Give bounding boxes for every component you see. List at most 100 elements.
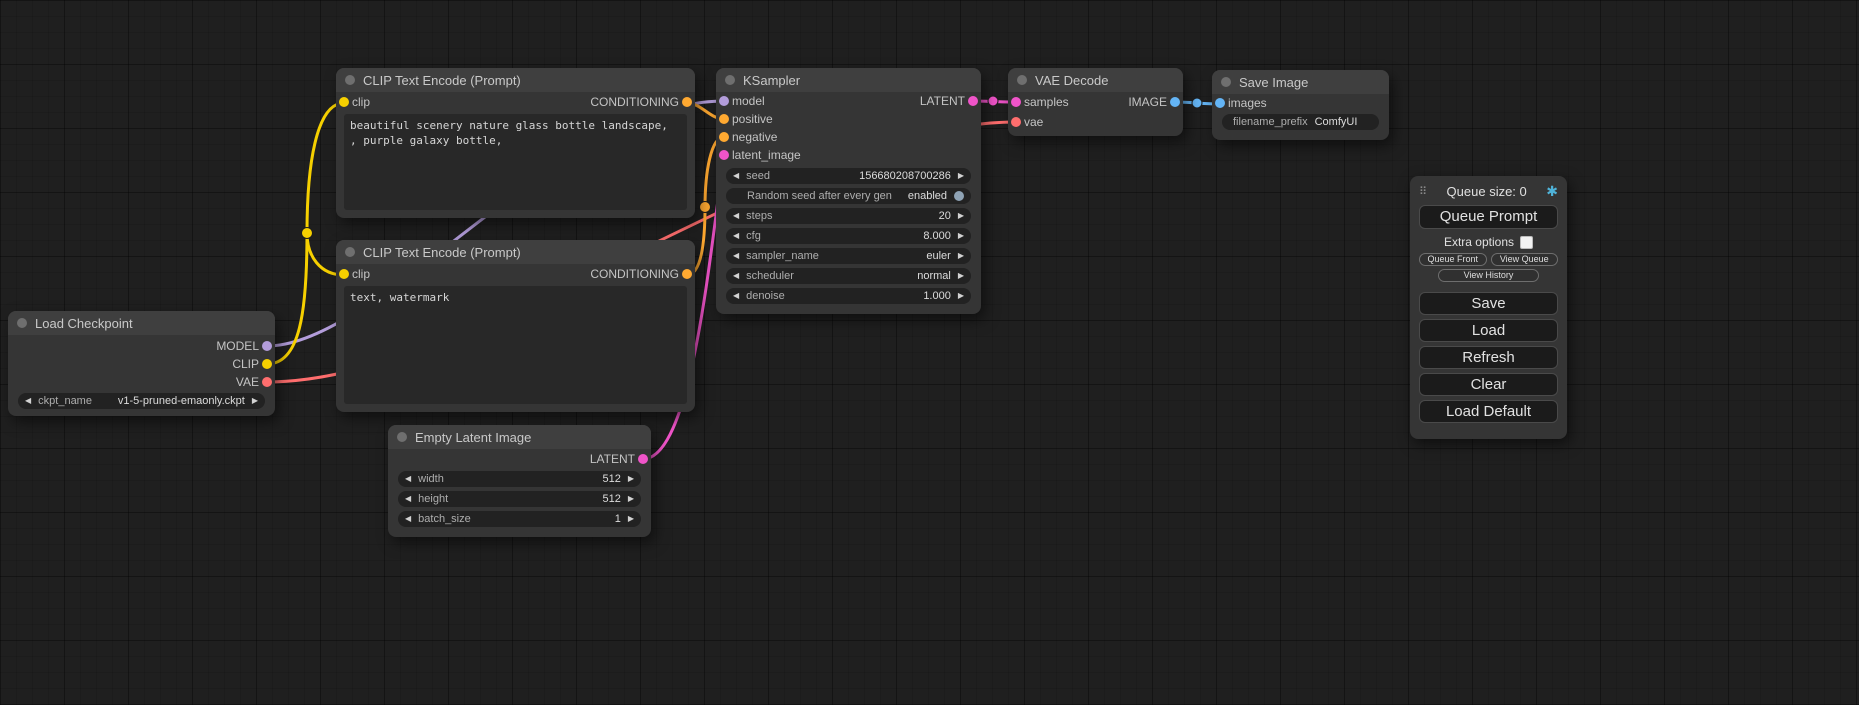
height-widget[interactable]: ◀ height 512 ▶ [398, 491, 641, 507]
output-slot-vae: VAE [8, 373, 275, 391]
refresh-button[interactable]: Refresh [1419, 346, 1558, 369]
node-save-image: Save Image images filename_prefix ComfyU… [1212, 70, 1389, 140]
widget-right-arrow-icon[interactable]: ▶ [958, 272, 964, 280]
collapse-dot-icon[interactable] [1017, 75, 1027, 85]
collapse-dot-icon[interactable] [725, 75, 735, 85]
widget-left-arrow-icon[interactable]: ◀ [25, 397, 31, 405]
drag-handle-icon[interactable]: ⠿ [1419, 185, 1427, 198]
widget-left-arrow-icon[interactable]: ◀ [405, 495, 411, 503]
positive-input-dot[interactable] [719, 114, 729, 124]
latent-output-dot[interactable] [638, 454, 648, 464]
widget-right-arrow-icon[interactable]: ▶ [958, 252, 964, 260]
save-button[interactable]: Save [1419, 292, 1558, 315]
batch-size-widget[interactable]: ◀ batch_size 1 ▶ [398, 511, 641, 527]
cfg-widget[interactable]: ◀ cfg 8.000 ▶ [726, 228, 971, 244]
model-input-dot[interactable] [719, 96, 729, 106]
node-title: Empty Latent Image [415, 430, 531, 445]
conditioning-output-dot[interactable] [682, 97, 692, 107]
collapse-dot-icon[interactable] [397, 432, 407, 442]
filename-prefix-widget[interactable]: filename_prefix ComfyUI [1222, 114, 1379, 130]
node-title-bar[interactable]: Load Checkpoint [8, 311, 275, 335]
samples-input-dot[interactable] [1011, 97, 1021, 107]
node-clip-text-encode-positive: CLIP Text Encode (Prompt) clip CONDITION… [336, 68, 695, 218]
widget-label: steps [746, 210, 772, 222]
extra-options-row: Extra options [1419, 233, 1558, 251]
collapse-dot-icon[interactable] [345, 75, 355, 85]
toggle-knob-icon[interactable] [954, 191, 964, 201]
clip-output-dot[interactable] [262, 359, 272, 369]
sampler-name-widget[interactable]: ◀ sampler_name euler ▶ [726, 248, 971, 264]
collapse-dot-icon[interactable] [17, 318, 27, 328]
clip-input-dot[interactable] [339, 97, 349, 107]
node-title-bar[interactable]: Empty Latent Image [388, 425, 651, 449]
widget-value: normal [917, 270, 951, 282]
view-queue-button[interactable]: View Queue [1491, 253, 1559, 266]
clear-button[interactable]: Clear [1419, 373, 1558, 396]
widget-left-arrow-icon[interactable]: ◀ [733, 272, 739, 280]
images-input-dot[interactable] [1215, 98, 1225, 108]
denoise-widget[interactable]: ◀ denoise 1.000 ▶ [726, 288, 971, 304]
ckpt-name-widget[interactable]: ◀ ckpt_name v1-5-pruned-emaonly.ckpt ▶ [18, 393, 265, 409]
extra-options-checkbox[interactable] [1520, 236, 1533, 249]
vae-output-dot[interactable] [262, 377, 272, 387]
output-label: LATENT [590, 452, 635, 466]
load-button[interactable]: Load [1419, 319, 1558, 342]
load-default-button[interactable]: Load Default [1419, 400, 1558, 423]
latent-output-dot[interactable] [968, 96, 978, 106]
view-history-button[interactable]: View History [1438, 269, 1538, 282]
reroute-dot-clip[interactable] [302, 228, 313, 239]
image-output-dot[interactable] [1170, 97, 1180, 107]
random-seed-toggle[interactable]: Random seed after every gen enabled [726, 188, 971, 204]
scheduler-widget[interactable]: ◀ scheduler normal ▶ [726, 268, 971, 284]
reroute-dot-latent[interactable] [988, 96, 998, 106]
node-vae-decode: VAE Decode samples IMAGE vae [1008, 68, 1183, 136]
output-label: LATENT [920, 94, 965, 108]
reroute-dot-image[interactable] [1192, 98, 1202, 108]
node-title-bar[interactable]: Save Image [1212, 70, 1389, 94]
node-empty-latent-image: Empty Latent Image LATENT ◀ width 512 ▶ … [388, 425, 651, 537]
widget-left-arrow-icon[interactable]: ◀ [733, 212, 739, 220]
steps-widget[interactable]: ◀ steps 20 ▶ [726, 208, 971, 224]
queue-front-button[interactable]: Queue Front [1419, 253, 1487, 266]
collapse-dot-icon[interactable] [1221, 77, 1231, 87]
vae-input-dot[interactable] [1011, 117, 1021, 127]
widget-right-arrow-icon[interactable]: ▶ [628, 495, 634, 503]
negative-input-dot[interactable] [719, 132, 729, 142]
widget-left-arrow-icon[interactable]: ◀ [405, 475, 411, 483]
widget-label: width [418, 473, 444, 485]
clip-input-dot[interactable] [339, 269, 349, 279]
model-output-dot[interactable] [262, 341, 272, 351]
latent-image-input-dot[interactable] [719, 150, 729, 160]
reroute-dot-conditioning[interactable] [700, 202, 711, 213]
widget-left-arrow-icon[interactable]: ◀ [733, 292, 739, 300]
widget-right-arrow-icon[interactable]: ▶ [252, 397, 258, 405]
widget-label: batch_size [418, 513, 471, 525]
seed-widget[interactable]: ◀ seed 156680208700286 ▶ [726, 168, 971, 184]
queue-size-label: Queue size: 0 [1427, 184, 1546, 199]
widget-left-arrow-icon[interactable]: ◀ [733, 252, 739, 260]
widget-left-arrow-icon[interactable]: ◀ [733, 172, 739, 180]
widget-right-arrow-icon[interactable]: ▶ [628, 515, 634, 523]
node-title-bar[interactable]: CLIP Text Encode (Prompt) [336, 240, 695, 264]
settings-gear-icon[interactable]: ✱ [1546, 183, 1558, 200]
queue-panel: ⠿ Queue size: 0 ✱ Queue Prompt Extra opt… [1410, 176, 1567, 439]
widget-right-arrow-icon[interactable]: ▶ [958, 212, 964, 220]
conditioning-output-dot[interactable] [682, 269, 692, 279]
collapse-dot-icon[interactable] [345, 247, 355, 257]
node-title: VAE Decode [1035, 73, 1108, 88]
node-title-bar[interactable]: CLIP Text Encode (Prompt) [336, 68, 695, 92]
widget-left-arrow-icon[interactable]: ◀ [733, 232, 739, 240]
queue-prompt-button[interactable]: Queue Prompt [1419, 205, 1558, 229]
node-title-bar[interactable]: KSampler [716, 68, 981, 92]
output-label: IMAGE [1128, 95, 1167, 109]
prompt-textarea[interactable]: beautiful scenery nature glass bottle la… [344, 114, 687, 210]
prompt-textarea[interactable]: text, watermark [344, 286, 687, 404]
widget-left-arrow-icon[interactable]: ◀ [405, 515, 411, 523]
widget-right-arrow-icon[interactable]: ▶ [958, 232, 964, 240]
widget-right-arrow-icon[interactable]: ▶ [958, 172, 964, 180]
node-title-bar[interactable]: VAE Decode [1008, 68, 1183, 92]
width-widget[interactable]: ◀ width 512 ▶ [398, 471, 641, 487]
widget-value: 512 [602, 493, 620, 505]
widget-right-arrow-icon[interactable]: ▶ [628, 475, 634, 483]
widget-right-arrow-icon[interactable]: ▶ [958, 292, 964, 300]
